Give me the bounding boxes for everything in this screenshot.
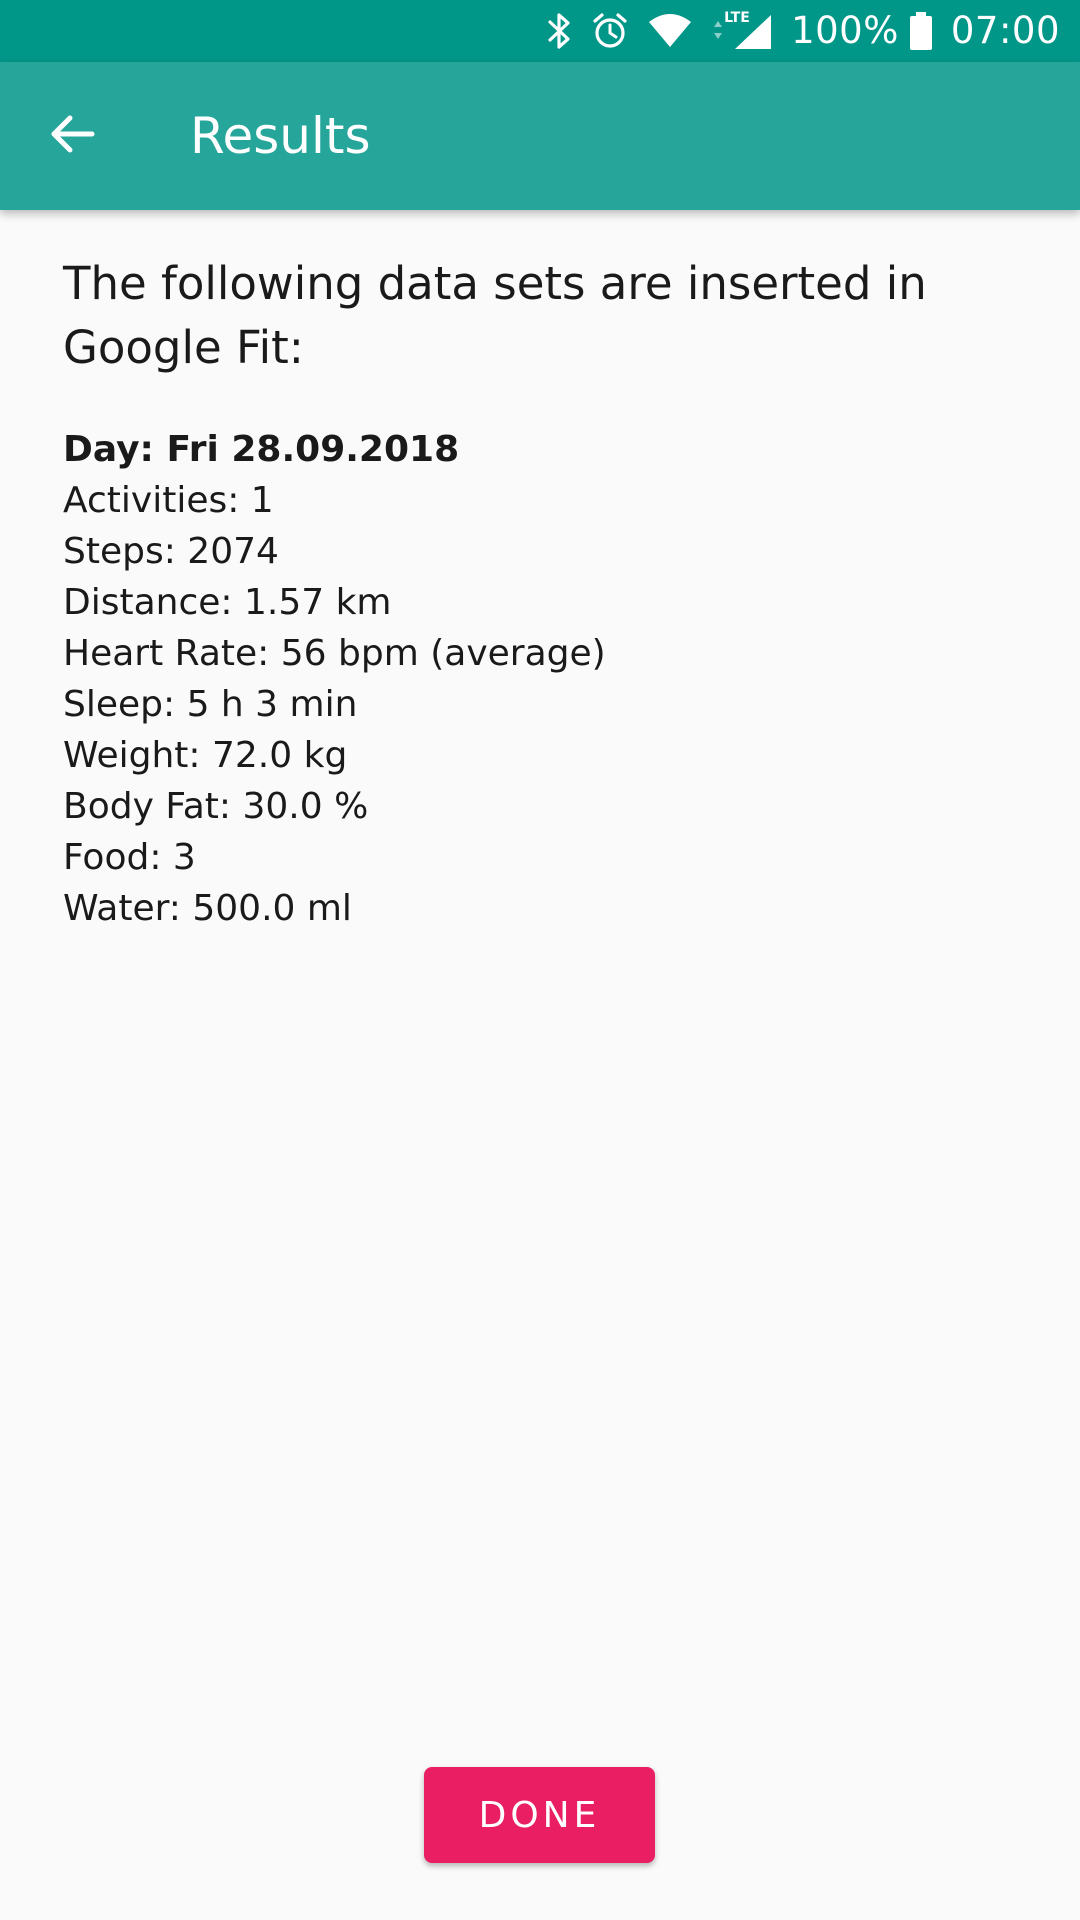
results-content: The following data sets are inserted in … bbox=[63, 252, 963, 934]
back-button[interactable] bbox=[36, 100, 108, 172]
wifi-icon bbox=[647, 13, 693, 49]
list-item-distance: Distance: 1.57 km bbox=[63, 582, 392, 623]
page-title: Results bbox=[190, 107, 371, 165]
status-time: 07:00 bbox=[950, 9, 1060, 52]
list-item-food: Food: 3 bbox=[63, 837, 196, 878]
bluetooth-icon bbox=[547, 12, 573, 50]
battery-percent: 100% bbox=[791, 9, 899, 52]
list-item-body-fat: Body Fat: 30.0 % bbox=[63, 786, 369, 827]
list-item-activities: Activities: 1 bbox=[63, 480, 274, 521]
intro-text: The following data sets are inserted in … bbox=[63, 257, 927, 374]
list-item-heart-rate: Heart Rate: 56 bpm (average) bbox=[63, 633, 606, 674]
alarm-icon bbox=[591, 12, 629, 50]
results-list: Day: Fri 28.09.2018 Activities: 1 Steps:… bbox=[63, 424, 963, 934]
app-bar: Results bbox=[0, 62, 1080, 210]
list-item-steps: Steps: 2074 bbox=[63, 531, 279, 572]
list-item-sleep: Sleep: 5 h 3 min bbox=[63, 684, 358, 725]
arrow-left-icon bbox=[48, 110, 96, 162]
battery-icon: 100% bbox=[791, 0, 933, 62]
done-button[interactable]: DONE bbox=[424, 1767, 655, 1863]
cell-signal-icon: LTE bbox=[711, 10, 773, 51]
list-item-water: Water: 500.0 ml bbox=[63, 888, 352, 929]
status-bar: LTE 100% 07:00 bbox=[0, 0, 1080, 62]
status-icons: LTE 100% 07:00 bbox=[547, 0, 1060, 62]
list-item-weight: Weight: 72.0 kg bbox=[63, 735, 348, 776]
day-label: Day: Fri 28.09.2018 bbox=[63, 429, 460, 470]
